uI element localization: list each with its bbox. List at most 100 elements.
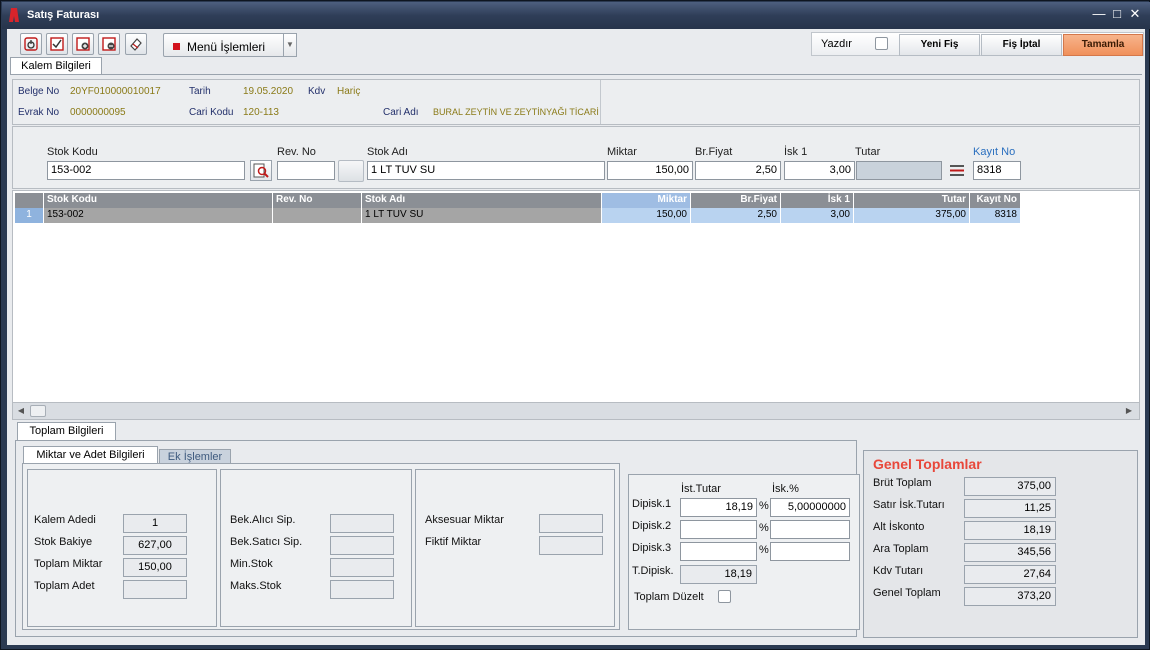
cell-tutar: 375,00 bbox=[854, 208, 970, 223]
tab-qty-info[interactable]: Miktar ve Adet Bilgileri bbox=[23, 446, 158, 464]
cell-rev-no bbox=[273, 208, 362, 223]
alt-iskonto-value: 18,19 bbox=[964, 521, 1056, 540]
ara-toplam-label: Ara Toplam bbox=[873, 543, 929, 555]
bottom-panel: Toplam Bilgileri Miktar ve Adet Bilgiler… bbox=[12, 422, 1140, 641]
maks-stok-value bbox=[330, 580, 394, 599]
complete-button[interactable]: Tamamla bbox=[1063, 34, 1143, 56]
tab-extra-ops[interactable]: Ek İşlemler bbox=[159, 449, 231, 464]
col-header-isk1[interactable]: İsk 1 bbox=[781, 193, 854, 208]
menu-lines-icon[interactable] bbox=[946, 161, 968, 180]
rev-lookup-button[interactable] bbox=[338, 160, 364, 182]
col-header-br-fiyat[interactable]: Br.Fiyat bbox=[691, 193, 781, 208]
dipisk3-pct-input[interactable] bbox=[770, 542, 850, 561]
dipisk1-label: Dipisk.1 bbox=[632, 498, 672, 510]
bek-alici-value bbox=[330, 514, 394, 533]
tarih-value: 19.05.2020 bbox=[243, 86, 294, 97]
percent-sign: % bbox=[759, 544, 769, 556]
horizontal-scrollbar[interactable]: ◀ ▶ bbox=[13, 402, 1139, 419]
add-record-icon[interactable] bbox=[72, 33, 94, 55]
row-number: 1 bbox=[15, 208, 44, 223]
tab-totals-info[interactable]: Toplam Bilgileri bbox=[17, 422, 116, 441]
ara-toplam-value: 345,56 bbox=[964, 543, 1056, 562]
scroll-thumb[interactable] bbox=[30, 405, 46, 417]
miktar-input[interactable]: 150,00 bbox=[607, 161, 693, 180]
col-header-stok-adi[interactable]: Stok Adı bbox=[362, 193, 602, 208]
dipisk3-amount-input[interactable] bbox=[680, 542, 757, 561]
tab-item-info[interactable]: Kalem Bilgileri bbox=[10, 57, 102, 75]
kayit-no-input[interactable]: 8318 bbox=[973, 161, 1021, 180]
stok-bakiye-label: Stok Bakiye bbox=[34, 536, 93, 548]
t-dipisk-value: 18,19 bbox=[680, 565, 757, 584]
stok-adi-label: Stok Adı bbox=[367, 146, 408, 158]
kdv-tutari-label: Kdv Tutarı bbox=[873, 565, 924, 577]
power-icon[interactable] bbox=[20, 33, 42, 55]
toplam-miktar-label: Toplam Miktar bbox=[34, 558, 103, 570]
stok-kodu-input[interactable]: 153-002 bbox=[47, 161, 245, 180]
belge-no-label: Belge No bbox=[18, 86, 60, 97]
item-entry-panel: Stok Kodu 153-002 Rev. No Stok Adı 1 LT … bbox=[12, 126, 1140, 189]
evrak-no-label: Evrak No bbox=[18, 107, 60, 118]
invoice-window: Satış Faturası — □ ✕ Menü İşlemleri ▼ Ya… bbox=[0, 0, 1150, 650]
col-header-rev-no[interactable]: Rev. No bbox=[273, 193, 362, 208]
col-header-kayit-no[interactable]: Kayıt No bbox=[970, 193, 1021, 208]
aksesuar-value bbox=[539, 514, 603, 533]
col-header-miktar[interactable]: Miktar bbox=[602, 193, 691, 208]
evrak-no-value: 0000000095 bbox=[70, 107, 126, 118]
action-bar: Yazdır Yeni Fiş Fiş İptal Tamamla bbox=[811, 32, 1144, 56]
scroll-left-icon[interactable]: ◀ bbox=[15, 405, 27, 417]
satir-isk-label: Satır İsk.Tutarı bbox=[873, 499, 945, 511]
stok-bakiye-value: 627,00 bbox=[123, 536, 187, 555]
cell-br-fiyat: 2,50 bbox=[691, 208, 781, 223]
kdv-tutari-value: 27,64 bbox=[964, 565, 1056, 584]
maks-stok-label: Maks.Stok bbox=[230, 580, 282, 592]
maximize-icon[interactable]: □ bbox=[1110, 7, 1124, 21]
genel-toplam-label: Genel Toplam bbox=[873, 587, 941, 599]
cari-adi-label: Cari Adı bbox=[383, 107, 419, 118]
br-fiyat-label: Br.Fiyat bbox=[695, 146, 733, 158]
eraser-icon[interactable] bbox=[125, 33, 147, 55]
stok-adi-input[interactable]: 1 LT TUV SU bbox=[367, 161, 605, 180]
window-title: Satış Faturası bbox=[27, 9, 100, 21]
ist-tutar-label: İst.Tutar bbox=[681, 483, 721, 495]
search-icon bbox=[253, 163, 269, 178]
minimize-icon[interactable]: — bbox=[1092, 7, 1106, 21]
min-stok-label: Min.Stok bbox=[230, 558, 273, 570]
scroll-right-icon[interactable]: ▶ bbox=[1123, 405, 1135, 417]
dipisk2-label: Dipisk.2 bbox=[632, 520, 672, 532]
grid-corner bbox=[15, 193, 44, 208]
tarih-label: Tarih bbox=[189, 86, 211, 97]
cell-kayit-no: 8318 bbox=[970, 208, 1021, 223]
dipisk1-pct-input[interactable]: 5,00000000 bbox=[770, 498, 850, 517]
menu-operations-label: Menü İşlemleri bbox=[187, 40, 266, 54]
new-slip-button[interactable]: Yeni Fiş bbox=[899, 34, 980, 56]
cari-kodu-value: 120-113 bbox=[243, 107, 279, 118]
toplam-duzelt-checkbox[interactable] bbox=[718, 590, 731, 603]
menu-operations-button[interactable]: Menü İşlemleri bbox=[163, 33, 285, 57]
document-header-panel: Belge No 20YF010000010017 Tarih 19.05.20… bbox=[12, 79, 1140, 125]
dipisk2-pct-input[interactable] bbox=[770, 520, 850, 539]
isk1-input[interactable]: 3,00 bbox=[784, 161, 855, 180]
cell-stok-kodu: 153-002 bbox=[44, 208, 273, 223]
percent-sign: % bbox=[759, 522, 769, 534]
tutar-input bbox=[856, 161, 942, 180]
header-divider bbox=[600, 80, 601, 124]
stock-search-button[interactable] bbox=[250, 160, 272, 181]
kayit-no-label: Kayıt No bbox=[973, 146, 1016, 158]
check-list-icon[interactable] bbox=[46, 33, 68, 55]
kdv-value: Hariç bbox=[337, 86, 361, 97]
cancel-slip-button[interactable]: Fiş İptal bbox=[981, 34, 1062, 56]
remove-record-icon[interactable] bbox=[98, 33, 120, 55]
chevron-down-icon[interactable]: ▼ bbox=[283, 33, 297, 57]
dipisk2-amount-input[interactable] bbox=[680, 520, 757, 539]
print-checkbox[interactable] bbox=[875, 37, 888, 50]
close-icon[interactable]: ✕ bbox=[1128, 7, 1142, 21]
items-grid: Stok Kodu Rev. No Stok Adı Miktar Br.Fiy… bbox=[12, 190, 1140, 420]
kalem-adedi-label: Kalem Adedi bbox=[34, 514, 96, 526]
br-fiyat-input[interactable]: 2,50 bbox=[695, 161, 781, 180]
col-header-stok-kodu[interactable]: Stok Kodu bbox=[44, 193, 273, 208]
genel-toplam-value: 373,20 bbox=[964, 587, 1056, 606]
dipisk1-amount-input[interactable]: 18,19 bbox=[680, 498, 757, 517]
rev-no-input[interactable] bbox=[277, 161, 335, 180]
app-logo-icon bbox=[9, 8, 19, 22]
col-header-tutar[interactable]: Tutar bbox=[854, 193, 970, 208]
